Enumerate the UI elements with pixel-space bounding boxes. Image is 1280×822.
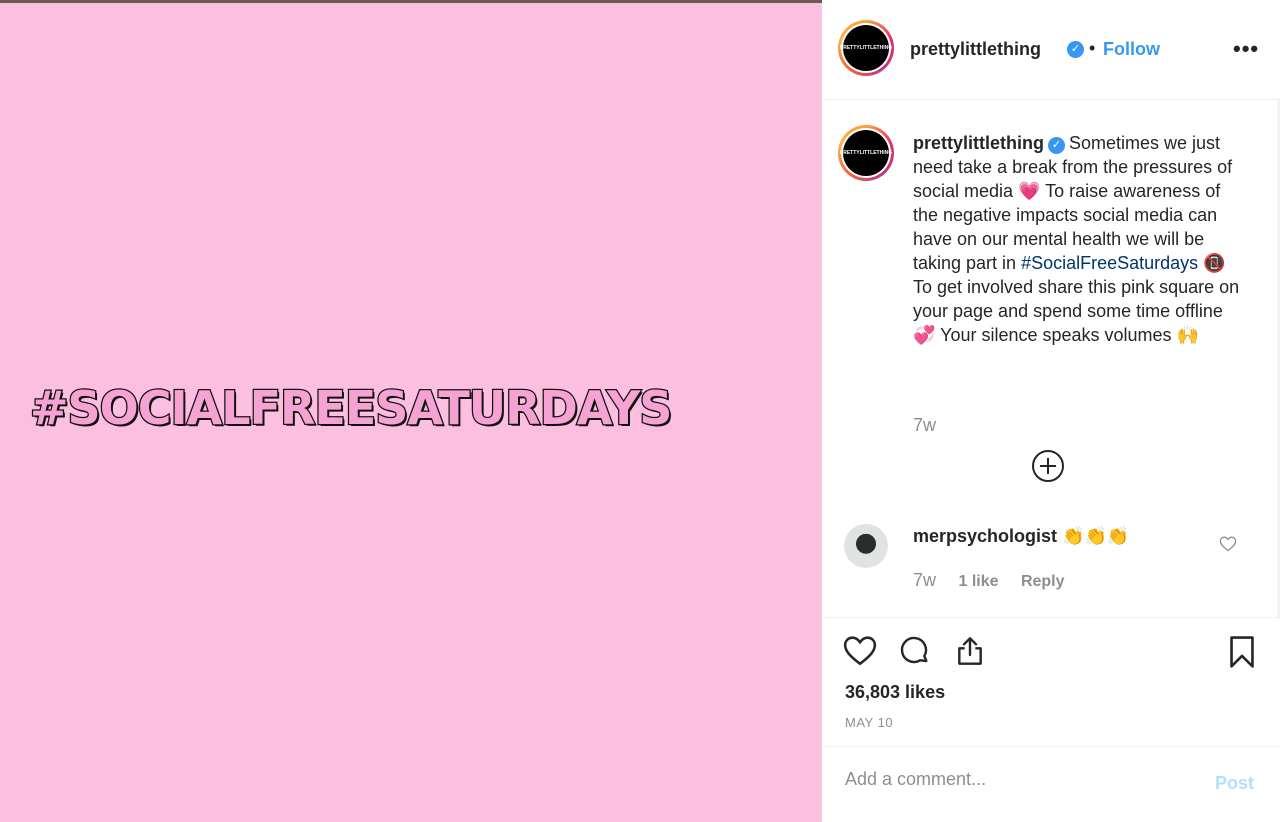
avatar-logo: PRETTYLITTLETHING bbox=[840, 130, 892, 176]
share-icon[interactable] bbox=[954, 635, 986, 667]
more-options-icon[interactable]: ••• bbox=[1233, 36, 1259, 62]
load-more-comments-button[interactable] bbox=[1032, 450, 1064, 482]
follow-button[interactable]: Follow bbox=[1103, 39, 1160, 60]
post-caption: prettylittlething ✓ Sometimes we just need… bbox=[913, 131, 1248, 347]
likes-count[interactable]: 36,803 likes bbox=[845, 682, 945, 703]
verified-badge-icon: ✓ bbox=[1048, 137, 1065, 154]
caption-username[interactable]: prettylittlething bbox=[913, 133, 1044, 153]
like-heart-icon[interactable] bbox=[843, 635, 877, 667]
comment-meta: 7w 1 like Reply bbox=[913, 570, 1083, 591]
comment-bubble-icon[interactable] bbox=[899, 635, 931, 667]
post-comment-button[interactable]: Post bbox=[1215, 773, 1254, 794]
comment-input[interactable] bbox=[845, 769, 1185, 790]
post-date[interactable]: MAY 10 bbox=[845, 715, 893, 730]
post-side-panel: PRETTYLITTLETHING prettylittlething ✓ • … bbox=[823, 0, 1280, 822]
caption-avatar[interactable]: PRETTYLITTLETHING bbox=[838, 125, 894, 181]
commenter-avatar[interactable] bbox=[844, 524, 888, 568]
post-image[interactable]: #SOCIALFREESATURDAYS bbox=[0, 3, 822, 822]
header-username[interactable]: prettylittlething bbox=[910, 39, 1041, 60]
add-comment-bar: Post bbox=[823, 746, 1280, 822]
profile-avatar[interactable]: PRETTYLITTLETHING bbox=[838, 20, 894, 76]
comment-timestamp[interactable]: 7w bbox=[913, 570, 936, 590]
comment-body: 👏👏👏 bbox=[1062, 526, 1130, 546]
avatar-logo: PRETTYLITTLETHING bbox=[840, 25, 892, 71]
reply-button[interactable]: Reply bbox=[1021, 573, 1065, 590]
caption-timestamp[interactable]: 7w bbox=[913, 415, 936, 436]
verified-badge-icon: ✓ bbox=[1067, 41, 1084, 58]
post-header: PRETTYLITTLETHING prettylittlething ✓ • … bbox=[823, 0, 1280, 100]
bookmark-icon[interactable] bbox=[1227, 635, 1257, 669]
comment-like-heart-icon[interactable] bbox=[1219, 536, 1237, 552]
comment-likes[interactable]: 1 like bbox=[958, 573, 998, 590]
hashtag-link[interactable]: #SocialFreeSaturdays bbox=[1021, 253, 1198, 273]
separator-dot: • bbox=[1089, 38, 1096, 58]
caption-text-1: Sometimes we just need take a break from… bbox=[913, 133, 1233, 273]
comment-username[interactable]: merpsychologist bbox=[913, 526, 1057, 546]
post-headline: #SOCIALFREESATURDAYS bbox=[29, 380, 674, 437]
post-actions: 36,803 likes MAY 10 bbox=[823, 617, 1280, 747]
comment: merpsychologist 👏👏👏 bbox=[913, 526, 1129, 547]
